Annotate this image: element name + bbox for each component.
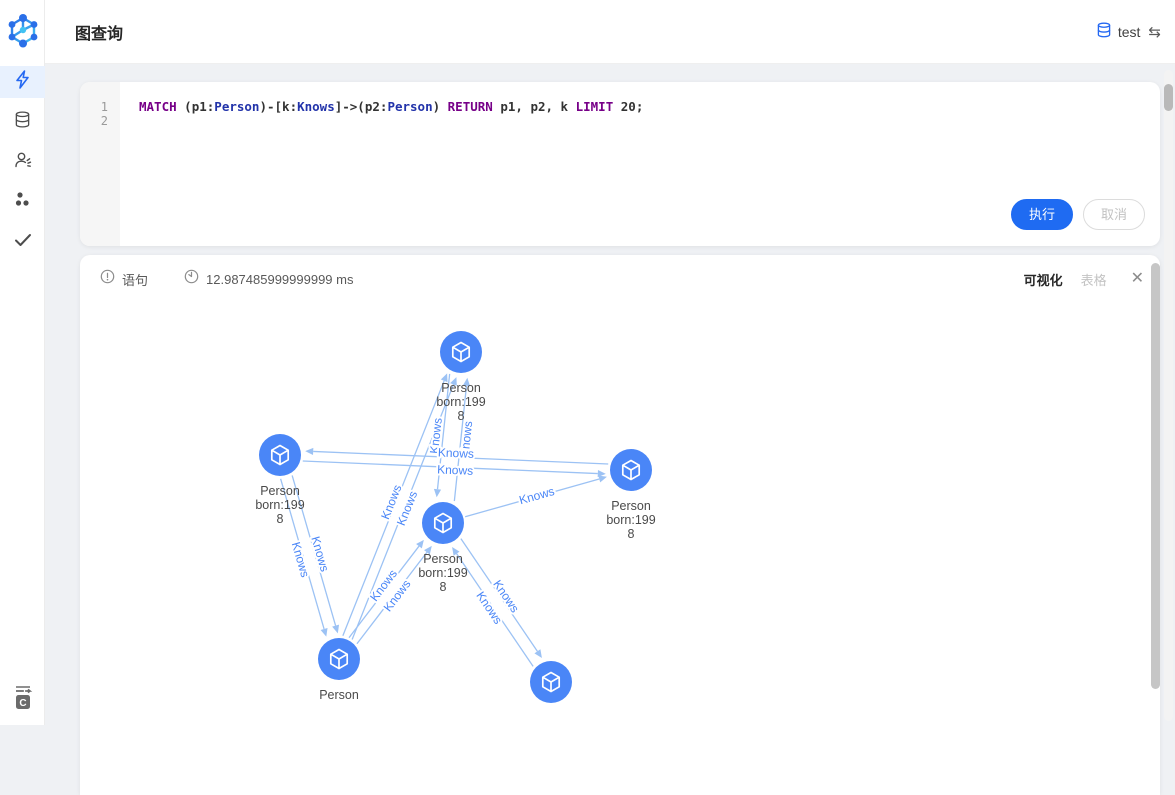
cluster-icon bbox=[14, 191, 31, 213]
node-label: Person bbox=[611, 499, 651, 513]
left-sidebar: C bbox=[0, 0, 45, 725]
graph-canvas[interactable]: KnowsKnowsKnowsKnowsKnowsKnowsKnowsKnows… bbox=[80, 255, 1160, 795]
query-code-input[interactable]: MATCH (p1:Person)-[k:Knows]->(p2:Person)… bbox=[120, 100, 1160, 114]
edge-label: Knows bbox=[438, 445, 475, 460]
current-database-name[interactable]: test bbox=[1118, 24, 1141, 40]
node-label: Person bbox=[441, 381, 481, 395]
node-label: born:199 bbox=[606, 513, 655, 527]
node-label: Person bbox=[260, 484, 300, 498]
edge-label: Knows bbox=[437, 462, 474, 477]
node-label: born:199 bbox=[255, 498, 304, 512]
edge-arrowhead bbox=[534, 649, 541, 658]
run-button[interactable]: 执行 bbox=[1011, 199, 1073, 230]
edge-arrowhead bbox=[332, 625, 339, 634]
sidebar-item-user-search[interactable] bbox=[0, 146, 45, 178]
app-logo bbox=[6, 12, 40, 50]
close-icon[interactable]: ✕ bbox=[1131, 271, 1144, 287]
edge-label: Knows bbox=[289, 540, 312, 579]
line-number: 2 bbox=[80, 114, 120, 128]
page-title: 图查询 bbox=[75, 20, 123, 44]
check-icon bbox=[14, 233, 32, 252]
console-icon[interactable]: C bbox=[12, 684, 34, 715]
edge-arrowhead bbox=[598, 475, 607, 482]
graph-node[interactable]: Personborn:1998 bbox=[418, 502, 467, 594]
edge-label: Knows bbox=[308, 535, 331, 574]
query-editor-card: 1 2 MATCH (p1:Person)-[k:Knows]->(p2:Per… bbox=[80, 82, 1160, 246]
results-scrollbar[interactable] bbox=[1151, 263, 1160, 689]
graph-node[interactable]: Personborn:1998 bbox=[606, 449, 655, 541]
database-icon bbox=[14, 111, 31, 133]
statement-label: 语句 bbox=[122, 270, 148, 289]
query-duration: 12.987485999999999 ms bbox=[206, 272, 353, 287]
results-header: 语句 12.987485999999999 ms 可视化 表格 ✕ bbox=[80, 255, 1160, 303]
database-selector-icon bbox=[1096, 22, 1112, 43]
tab-visualization[interactable]: 可视化 bbox=[1024, 270, 1063, 289]
tab-table[interactable]: 表格 bbox=[1081, 270, 1107, 289]
svg-text:C: C bbox=[19, 698, 26, 709]
edge-arrowhead bbox=[321, 628, 328, 637]
sidebar-item-query[interactable] bbox=[0, 66, 45, 98]
line-number: 1 bbox=[80, 100, 120, 114]
exclamation-circle-icon bbox=[100, 269, 115, 289]
user-search-icon bbox=[14, 151, 32, 174]
node-label: 8 bbox=[277, 512, 284, 526]
edge-arrowhead bbox=[305, 448, 313, 455]
node-label: Person bbox=[319, 688, 359, 702]
timer-icon bbox=[184, 269, 199, 289]
main-content: 1 2 MATCH (p1:Person)-[k:Knows]->(p2:Per… bbox=[45, 64, 1175, 725]
edge-arrowhead bbox=[434, 489, 441, 497]
page-scrollbar-track bbox=[1164, 70, 1173, 721]
lightning-icon bbox=[14, 70, 31, 94]
node-label: born:199 bbox=[418, 566, 467, 580]
graph-node[interactable] bbox=[530, 661, 572, 703]
top-header: 图查询 test ⇆ bbox=[45, 0, 1175, 64]
page-scrollbar-thumb[interactable] bbox=[1164, 84, 1173, 111]
node-label: 8 bbox=[440, 580, 447, 594]
node-label: 8 bbox=[628, 527, 635, 541]
cancel-button[interactable]: 取消 bbox=[1083, 199, 1145, 230]
sidebar-item-database[interactable] bbox=[0, 106, 45, 138]
switch-database-icon[interactable]: ⇆ bbox=[1148, 23, 1161, 41]
editor-line-numbers: 1 2 bbox=[80, 82, 120, 246]
results-panel: KnowsKnowsKnowsKnowsKnowsKnowsKnowsKnows… bbox=[80, 255, 1160, 795]
graph-node[interactable]: Person bbox=[318, 638, 360, 702]
node-label: 8 bbox=[458, 409, 465, 423]
sidebar-item-cluster[interactable] bbox=[0, 186, 45, 218]
node-label: Person bbox=[423, 552, 463, 566]
node-label: born:199 bbox=[436, 395, 485, 409]
sidebar-item-check[interactable] bbox=[0, 226, 45, 258]
edge-arrowhead bbox=[416, 540, 424, 549]
graph-node[interactable]: Personborn:1998 bbox=[255, 434, 304, 526]
edge-label: Knows bbox=[518, 484, 556, 507]
